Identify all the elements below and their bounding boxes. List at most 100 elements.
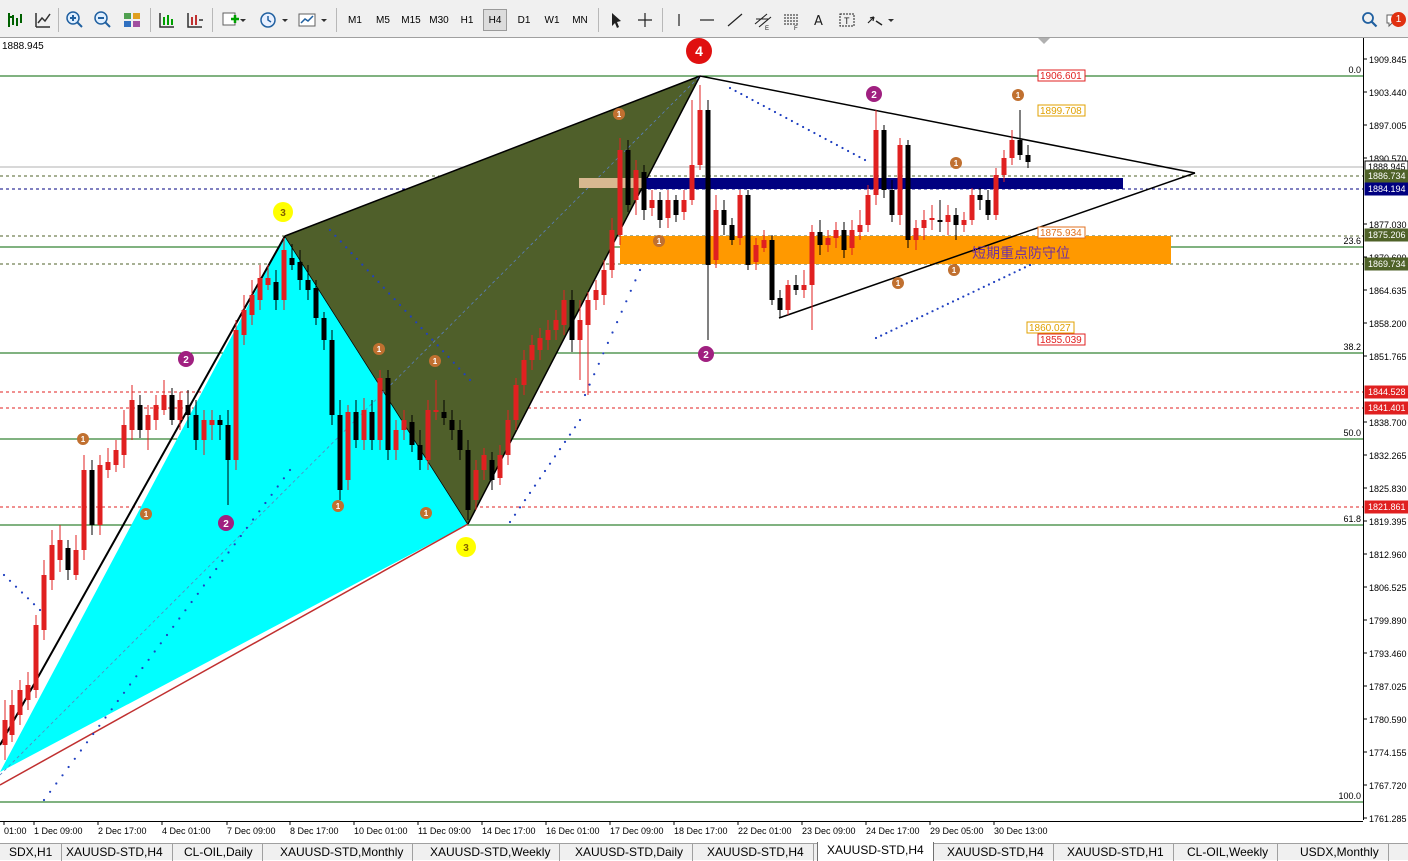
bull-candle[interactable] — [17, 690, 23, 715]
timeframe-h4-button[interactable]: H4 — [483, 9, 507, 31]
bull-candle[interactable] — [281, 250, 287, 300]
bull-candle[interactable] — [945, 215, 951, 222]
bull-candle[interactable] — [521, 360, 527, 385]
bear-candle[interactable] — [569, 300, 575, 340]
notification-badge[interactable]: 1 — [1391, 12, 1406, 27]
search-icon[interactable] — [1359, 9, 1381, 31]
bull-candle[interactable] — [761, 240, 767, 248]
bull-candle[interactable] — [601, 270, 607, 295]
bull-candle[interactable] — [505, 420, 511, 455]
bull-candle[interactable] — [497, 455, 503, 478]
bull-candle[interactable] — [201, 420, 207, 440]
bull-candle[interactable] — [649, 200, 655, 208]
chart-tab[interactable]: XAUUSD-STD,H4 — [817, 842, 934, 861]
chart-tab[interactable]: XAUUSD-STD,Daily — [566, 844, 694, 861]
timeframe-w1-button[interactable]: W1 — [540, 9, 564, 31]
bull-candle[interactable] — [825, 238, 831, 245]
bear-candle[interactable] — [137, 405, 143, 430]
bull-candle[interactable] — [41, 575, 47, 630]
bull-candle[interactable] — [537, 338, 543, 350]
bull-candle[interactable] — [145, 415, 151, 430]
bull-candle[interactable] — [241, 310, 247, 335]
bull-candle[interactable] — [633, 170, 639, 200]
bear-candle[interactable] — [705, 110, 711, 265]
bull-candle[interactable] — [593, 290, 599, 300]
new-chart-icon[interactable] — [4, 9, 26, 31]
bull-candle[interactable] — [153, 405, 159, 420]
bear-candle[interactable] — [449, 420, 455, 430]
bull-candle[interactable] — [361, 410, 367, 440]
equidistant-channel-icon[interactable]: E — [752, 9, 774, 31]
bear-candle[interactable] — [721, 210, 727, 225]
bull-candle[interactable] — [2, 720, 8, 745]
bear-candle[interactable] — [185, 405, 191, 415]
chart-tab[interactable]: XAUUSD-STD,H1 — [1058, 844, 1174, 861]
bull-candle[interactable] — [57, 540, 63, 560]
bull-candle[interactable] — [425, 410, 431, 460]
chevron-down-icon[interactable] — [886, 9, 896, 31]
bull-candle[interactable] — [473, 470, 479, 500]
bull-candle[interactable] — [609, 230, 615, 270]
bull-candle[interactable] — [49, 545, 55, 580]
chart-tab[interactable]: XAUUSD-STD,H4 — [57, 844, 173, 861]
bull-candle[interactable] — [785, 285, 791, 310]
bear-candle[interactable] — [321, 318, 327, 340]
bear-candle[interactable] — [353, 412, 359, 440]
bull-candle[interactable] — [857, 225, 863, 232]
bull-candle[interactable] — [249, 295, 255, 315]
cursor-icon[interactable] — [605, 9, 627, 31]
fibonacci-icon[interactable]: F — [780, 9, 802, 31]
bear-candle[interactable] — [673, 200, 679, 215]
bull-candle[interactable] — [929, 218, 935, 220]
bull-candle[interactable] — [689, 165, 695, 200]
bull-candle[interactable] — [737, 195, 743, 238]
bull-candle[interactable] — [969, 195, 975, 220]
price-chart[interactable]: 0.0 23.6 38.2 50.0 61.8 100.0 短期重点防守位 1906.60… — [0, 38, 1408, 840]
timeframe-m5-button[interactable]: M5 — [371, 9, 395, 31]
bear-candle[interactable] — [937, 220, 943, 222]
bull-candle[interactable] — [81, 470, 87, 550]
chart-tab[interactable]: XAUUSD-STD,Monthly — [271, 844, 414, 861]
text-tool-icon[interactable]: A — [808, 9, 830, 31]
bull-candle[interactable] — [233, 330, 239, 460]
bear-candle[interactable] — [65, 548, 71, 570]
bear-candle[interactable] — [977, 195, 983, 200]
bull-candle[interactable] — [753, 245, 759, 262]
bear-candle[interactable] — [409, 422, 415, 445]
bear-candle[interactable] — [745, 195, 751, 265]
bull-candle[interactable] — [665, 200, 671, 218]
vertical-line-icon[interactable] — [668, 9, 690, 31]
bull-candle[interactable] — [1009, 140, 1015, 158]
bear-candle[interactable] — [905, 145, 911, 240]
periods-clock-icon[interactable] — [257, 9, 279, 31]
bull-candle[interactable] — [481, 455, 487, 470]
chart-tab[interactable]: CL-OIL,Daily — [175, 844, 263, 861]
zoom-in-icon[interactable] — [64, 9, 86, 31]
bull-candle[interactable] — [25, 685, 31, 700]
scroll-marker-icon[interactable] — [1038, 38, 1050, 44]
bull-candle[interactable] — [121, 425, 127, 455]
bull-candle[interactable] — [73, 550, 79, 575]
bull-candle[interactable] — [401, 420, 407, 430]
bull-candle[interactable] — [865, 195, 871, 225]
bull-candle[interactable] — [257, 278, 263, 300]
bear-candle[interactable] — [465, 450, 471, 510]
bull-candle[interactable] — [921, 220, 927, 228]
bull-candle[interactable] — [577, 320, 583, 340]
bear-candle[interactable] — [769, 240, 775, 300]
timeframe-d1-button[interactable]: D1 — [512, 9, 536, 31]
zoom-out-icon[interactable] — [92, 9, 114, 31]
bear-candle[interactable] — [729, 225, 735, 240]
bull-candle[interactable] — [873, 130, 879, 195]
bull-candle[interactable] — [345, 412, 351, 480]
chevron-down-icon[interactable] — [238, 9, 248, 31]
bear-candle[interactable] — [1025, 155, 1031, 162]
bear-candle[interactable] — [657, 200, 663, 220]
bear-candle[interactable] — [457, 430, 463, 450]
bear-candle[interactable] — [625, 150, 631, 205]
bear-candle[interactable] — [169, 395, 175, 420]
bear-candle[interactable] — [217, 420, 223, 425]
horizontal-line-icon[interactable] — [696, 9, 718, 31]
bull-candle[interactable] — [809, 232, 815, 285]
chevron-down-icon[interactable] — [280, 9, 290, 31]
